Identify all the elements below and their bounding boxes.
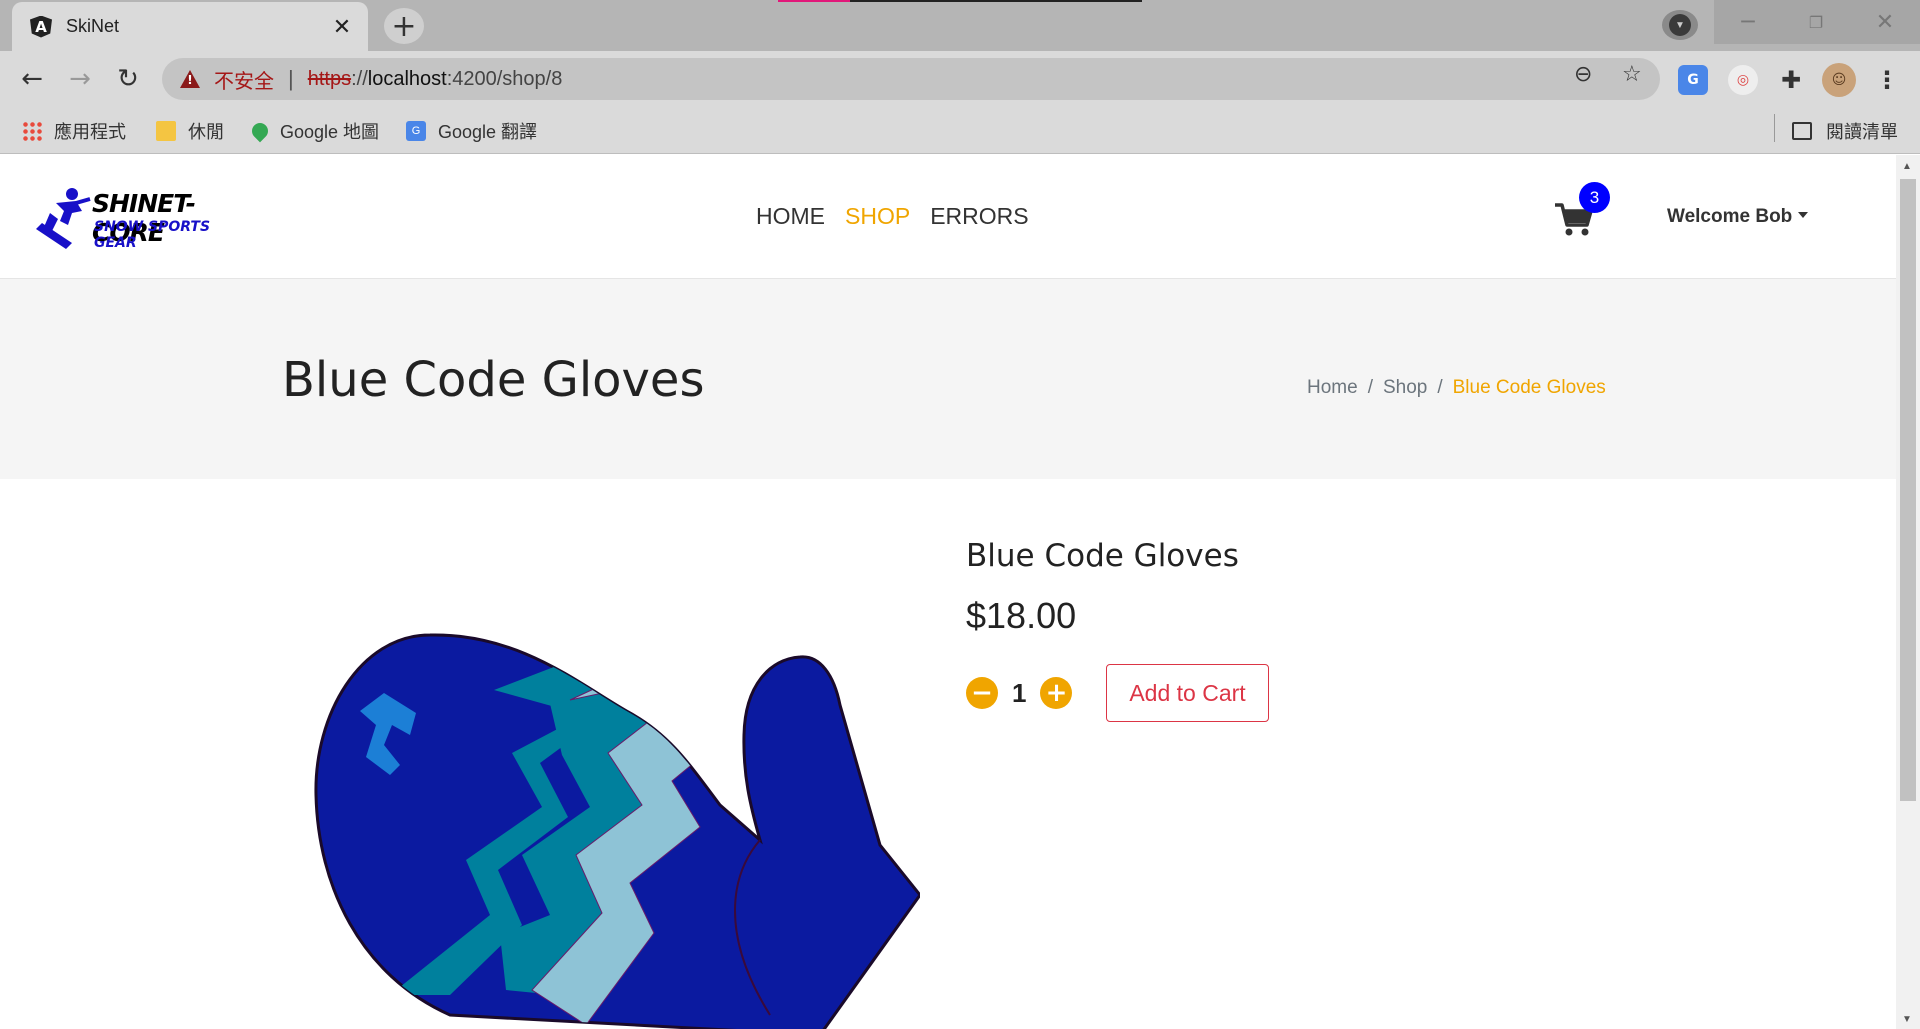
browser-tab-strip: A SkiNet ✕ + ▼ ─ ❐ ✕ [0,0,1920,51]
url-host: localhost [367,67,447,90]
site-header: SHINET-CORE SNOW SPORTS GEAR HOME SHOP E… [0,155,1896,279]
breadcrumb-separator: / [1437,377,1443,398]
scroll-up-icon[interactable]: ▲ [1902,161,1912,172]
breadcrumb-current: Blue Code Gloves [1452,377,1606,398]
close-window-button[interactable]: ✕ [1850,0,1920,44]
breadcrumb: Home / Shop / Blue Code Gloves [1307,377,1606,399]
breadcrumb-shop[interactable]: Shop [1383,377,1427,399]
address-divider: | [288,66,294,91]
user-menu-dropdown[interactable]: Welcome Bob [1667,206,1808,228]
bookmark-label: 應用程式 [54,122,126,142]
main-nav: HOME SHOP ERRORS [756,203,1029,230]
url-scheme: https [307,67,352,90]
chevron-down-icon: ▼ [1669,14,1691,36]
quantity-stepper: − 1 + [966,677,1073,709]
bookmark-google-translate[interactable]: G Google 翻譯 [406,118,537,144]
minimize-window-button[interactable]: ─ [1714,0,1782,44]
bookmark-label: 休閒 [188,122,224,142]
nav-errors[interactable]: ERRORS [930,203,1028,230]
profile-avatar[interactable]: ☺ [1822,63,1856,97]
nav-home[interactable]: HOME [756,203,825,230]
warning-icon: ! [180,70,200,88]
breadcrumb-separator: / [1367,377,1373,398]
page-scrollbar[interactable]: ▲ ▼ [1896,155,1920,1029]
bookmark-label: Google 地圖 [280,122,380,142]
bookmark-apps[interactable]: 應用程式 [22,118,126,144]
breadcrumb-home[interactable]: Home [1307,377,1358,399]
add-to-cart-button[interactable]: Add to Cart [1106,664,1269,722]
bookmark-leisure[interactable]: 休閒 [156,118,224,144]
address-bar[interactable]: ! 不安全 | https :// localhost :4200/shop/8 [162,58,1660,100]
tab-title: SkiNet [66,16,120,36]
translate-icon: G [406,121,426,141]
forward-arrow-icon[interactable]: → [62,61,98,97]
restore-window-button[interactable]: ❐ [1782,0,1850,44]
zoom-out-icon[interactable]: ⊖ [1574,62,1592,87]
bookmark-star-icon[interactable]: ☆ [1622,62,1642,87]
tab-search-button[interactable]: ▼ [1662,10,1698,40]
browser-toolbar: ← → ↻ ! 不安全 | https :// localhost :4200/… [0,51,1920,108]
back-arrow-icon[interactable]: ← [14,61,50,97]
browser-tab[interactable]: A SkiNet ✕ [12,2,368,51]
quantity-value: 1 [1012,677,1027,708]
close-tab-icon[interactable]: ✕ [330,14,354,40]
scroll-down-icon[interactable]: ▼ [1902,1014,1912,1025]
bookmark-label: Google 翻譯 [438,122,538,142]
product-name: Blue Code Gloves [966,538,1239,574]
product-image [314,633,920,1029]
reload-icon[interactable]: ↻ [110,61,146,97]
section-header: Blue Code Gloves Home / Shop / Blue Code… [0,279,1896,479]
snowboarder-logo-icon [36,188,91,249]
url-path: :4200/shop/8 [446,67,563,90]
extensions-puzzle-icon[interactable]: ✚ [1776,65,1806,95]
decrement-quantity-icon[interactable]: − [966,677,998,709]
bookmarks-bar: 應用程式 休閒 Google 地圖 G Google 翻譯 閱讀清單 [0,108,1920,154]
product-price: $18.00 [966,595,1077,636]
new-tab-button[interactable]: + [384,8,424,44]
url-separator: :// [351,67,368,90]
extension-eyes-icon[interactable]: ◎ [1728,65,1758,95]
reading-list-icon [1792,122,1812,140]
nav-shop[interactable]: SHOP [845,203,910,230]
site-logo[interactable]: SHINET-CORE SNOW SPORTS GEAR [32,185,242,251]
cart-count-badge: 3 [1579,182,1610,213]
bookmark-google-maps[interactable]: Google 地圖 [248,118,380,144]
logo-tagline: SNOW SPORTS GEAR [94,219,211,251]
reading-list-label: 閱讀清單 [1826,122,1898,142]
angular-favicon-icon: A [30,15,52,38]
maps-pin-icon [248,119,272,143]
web-page: SHINET-CORE SNOW SPORTS GEAR HOME SHOP E… [0,155,1896,1029]
bookmarks-divider [1774,114,1775,142]
security-status[interactable]: 不安全 [214,65,274,94]
apps-grid-icon [22,121,42,141]
browser-menu-icon[interactable]: ⋮ [1872,65,1902,95]
loading-indicator [778,0,1142,2]
increment-quantity-icon[interactable]: + [1040,677,1073,709]
reading-list-button[interactable]: 閱讀清單 [1792,118,1898,144]
translate-extension-icon[interactable]: G [1678,65,1708,95]
folder-icon [156,121,176,141]
scrollbar-thumb[interactable] [1900,179,1916,801]
page-title: Blue Code Gloves [282,352,705,408]
